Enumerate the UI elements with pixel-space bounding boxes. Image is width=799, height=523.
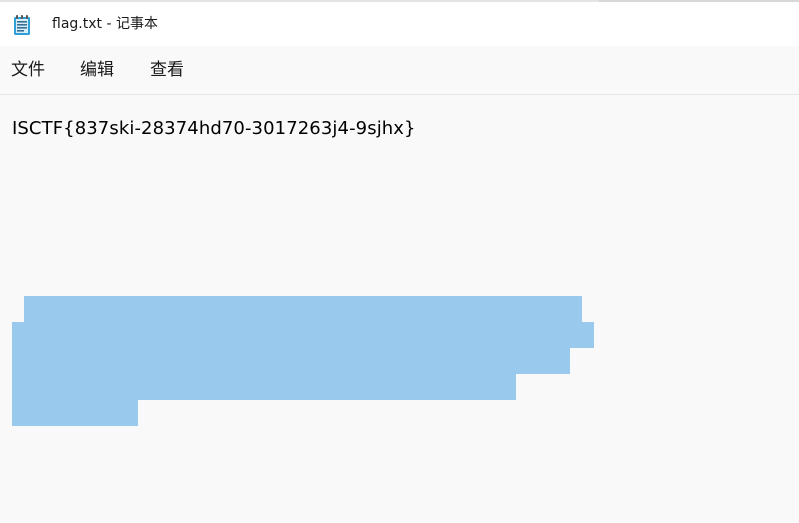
- selection-highlight[interactable]: [12, 322, 594, 348]
- menu-bar: 文件 编辑 查看: [0, 46, 799, 95]
- menu-file[interactable]: 文件: [11, 59, 45, 81]
- window-title: flag.txt - 记事本: [52, 16, 158, 32]
- title-bar[interactable]: flag.txt - 记事本: [0, 2, 799, 46]
- notepad-window: flag.txt - 记事本 文件 编辑 查看 ISCTF{837ski-283…: [0, 0, 799, 523]
- menu-edit[interactable]: 编辑: [80, 59, 114, 81]
- text-editor[interactable]: ISCTF{837ski-28374hd70-3017263j4-9sjhx}: [0, 95, 799, 523]
- selection-highlight[interactable]: [12, 348, 570, 374]
- selection-highlight[interactable]: [24, 296, 582, 322]
- file-content-line[interactable]: ISCTF{837ski-28374hd70-3017263j4-9sjhx}: [12, 117, 416, 141]
- notepad-icon: [14, 15, 30, 35]
- selection-highlight[interactable]: [12, 400, 138, 426]
- menu-view[interactable]: 查看: [150, 59, 184, 81]
- selection-highlight[interactable]: [12, 374, 516, 400]
